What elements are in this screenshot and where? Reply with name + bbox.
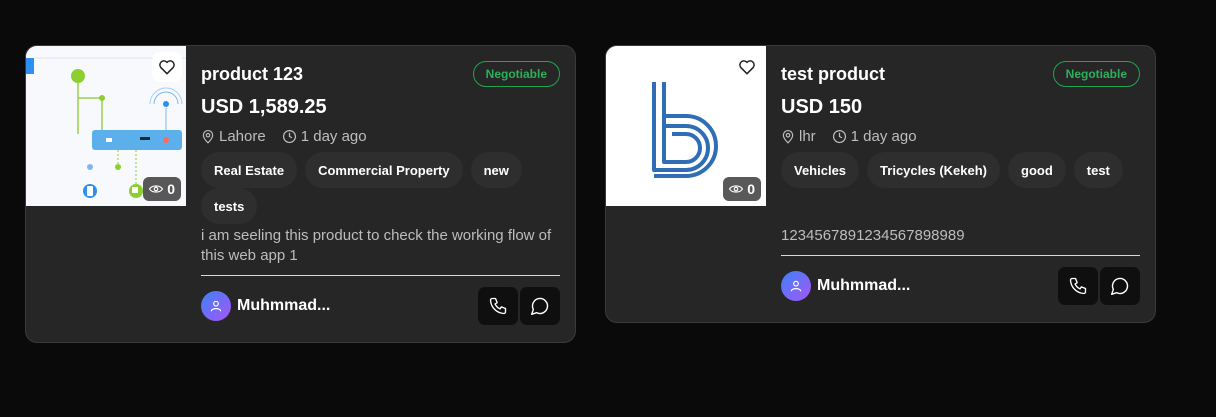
contact-actions — [1058, 267, 1140, 305]
tag-list: Real Estate Commercial Property new test… — [201, 152, 561, 224]
tag-list: Vehicles Tricycles (Kekeh) good test — [781, 152, 1141, 188]
tag-chip[interactable]: Vehicles — [781, 152, 860, 188]
listing-meta: lhr 1 day ago — [781, 128, 917, 145]
avatar — [781, 271, 811, 301]
posted-time: 1 day ago — [300, 128, 367, 145]
tag-chip[interactable]: Tricycles (Kekeh) — [867, 152, 1000, 188]
divider — [781, 255, 1140, 256]
phone-icon — [489, 297, 507, 315]
heart-icon — [739, 60, 755, 75]
user-icon — [210, 300, 222, 312]
product-image[interactable]: 0 — [606, 46, 766, 206]
seller-info[interactable]: Muhmmad... — [781, 271, 910, 301]
contact-actions — [478, 287, 560, 325]
clock-icon — [282, 129, 296, 144]
chat-button[interactable] — [520, 287, 560, 325]
heart-icon — [159, 60, 175, 75]
seller-info[interactable]: Muhmmad... — [201, 291, 330, 321]
negotiable-badge: Negotiable — [472, 61, 560, 87]
view-count: 0 — [747, 181, 755, 197]
phone-icon — [1069, 277, 1087, 295]
avatar — [201, 291, 231, 321]
product-title[interactable]: product 123 — [201, 64, 303, 85]
chat-icon — [530, 297, 549, 316]
view-count-badge: 0 — [143, 177, 181, 201]
listing-meta: Lahore 1 day ago — [201, 128, 367, 145]
location-pin-icon — [782, 129, 794, 144]
tag-chip[interactable]: Commercial Property — [305, 152, 463, 188]
seller-name: Muhmmad... — [237, 297, 331, 314]
tag-chip[interactable]: test — [1073, 152, 1123, 188]
negotiable-badge: Negotiable — [1052, 61, 1140, 87]
tag-chip[interactable]: Real Estate — [201, 152, 298, 188]
location-text: lhr — [799, 128, 816, 145]
product-description: 1234567891234567898989 — [781, 227, 965, 244]
product-description: i am seeling this product to check the w… — [201, 227, 552, 264]
product-title[interactable]: test product — [781, 64, 885, 85]
eye-icon — [729, 185, 744, 193]
call-button[interactable] — [1058, 267, 1098, 305]
clock-icon — [832, 129, 846, 144]
tag-chip[interactable]: new — [470, 152, 522, 188]
posted-time: 1 day ago — [850, 128, 917, 145]
favorite-button[interactable] — [732, 52, 762, 82]
location-pin-icon — [202, 129, 214, 144]
listing-card[interactable]: 0 product 123 Negotiable USD 1,589.25 La… — [25, 45, 576, 343]
divider — [201, 275, 560, 276]
seller-name: Muhmmad... — [817, 277, 911, 294]
favorite-button[interactable] — [152, 52, 182, 82]
user-icon — [790, 280, 802, 292]
tag-chip[interactable]: tests — [201, 188, 258, 224]
chat-icon — [1110, 277, 1129, 296]
call-button[interactable] — [478, 287, 518, 325]
tag-chip[interactable]: good — [1008, 152, 1066, 188]
location-text: Lahore — [219, 128, 266, 145]
product-price: USD 1,589.25 — [201, 96, 327, 118]
product-image[interactable]: 0 — [26, 46, 186, 206]
chat-button[interactable] — [1100, 267, 1140, 305]
product-price: USD 150 — [781, 96, 863, 118]
view-count: 0 — [167, 181, 175, 197]
eye-icon — [149, 185, 164, 193]
listing-card[interactable]: 0 test product Negotiable USD 150 lhr 1 … — [605, 45, 1156, 323]
view-count-badge: 0 — [723, 177, 761, 201]
